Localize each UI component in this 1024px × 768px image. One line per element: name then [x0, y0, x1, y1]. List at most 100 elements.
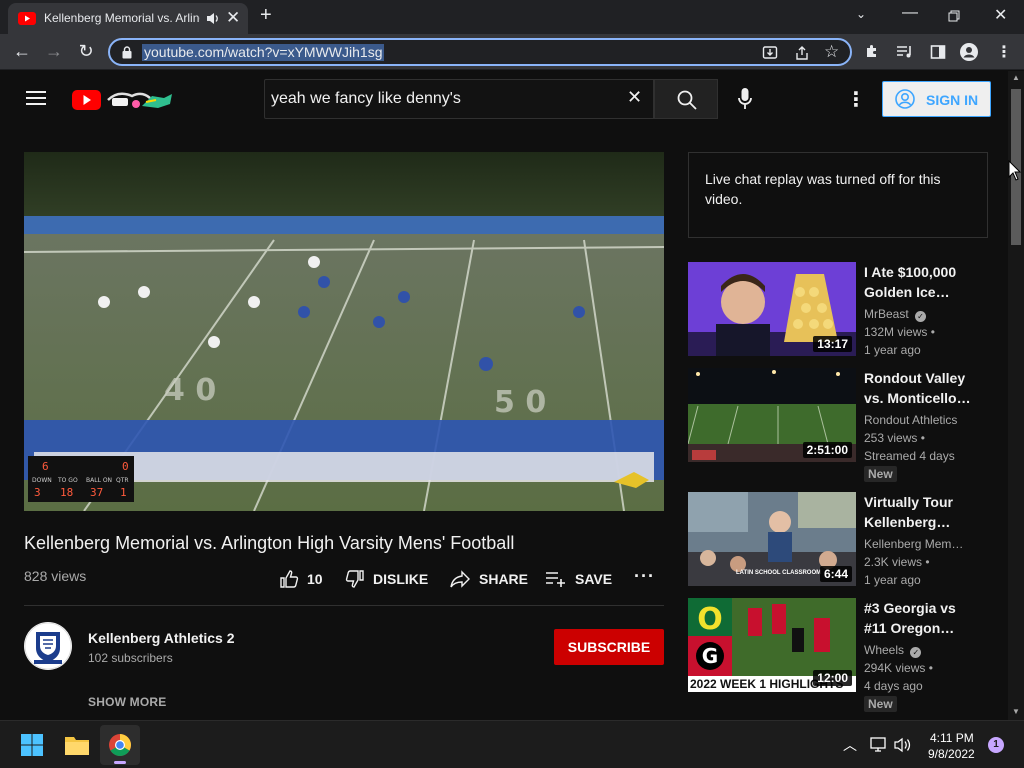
chrome-icon — [109, 734, 131, 756]
browser-tab[interactable]: Kellenberg Memorial vs. Arlington ✕ — [8, 3, 248, 34]
scoreboard-ballon: 37 — [90, 486, 103, 499]
related-view-count: 2.3K views • — [864, 555, 930, 569]
related-channel-name: Wheels ✓ — [864, 643, 964, 658]
settings-kebab-icon[interactable]: ⋮ — [846, 87, 866, 112]
related-video-title[interactable]: Virtually Tour Kellenberg… — [864, 492, 980, 532]
subscribe-button[interactable]: SUBSCRIBE — [554, 629, 664, 665]
related-video-item[interactable]: 2:51:00 Rondout Valley vs. Monticello… R… — [688, 368, 988, 482]
sign-in-button[interactable]: SIGN IN — [882, 81, 991, 117]
related-video-item[interactable]: O G 2022 WEEK 1 HIGHLIGHTS 12:00 #3 Geor… — [688, 598, 988, 712]
dislike-label: DISLIKE — [373, 571, 429, 587]
verified-check-icon: ✓ — [910, 647, 922, 658]
like-button[interactable]: 10 — [279, 568, 323, 590]
youtube-header: yeah we fancy like denny's ✕ ⋮ SIGN IN — [0, 71, 1008, 127]
video-duration: 12:00 — [813, 670, 852, 686]
address-bar[interactable]: youtube.com/watch?v=xYMWWJih1sg ☆ — [108, 38, 852, 66]
minimize-icon[interactable]: — — [902, 4, 918, 22]
notification-badge[interactable]: 1 — [988, 737, 1004, 753]
media-controls-icon[interactable] — [896, 44, 914, 60]
save-button[interactable]: SAVE — [545, 568, 612, 590]
bookmark-star-icon[interactable]: ☆ — [824, 42, 839, 62]
voice-search-microphone-icon[interactable] — [738, 88, 752, 110]
share-arrow-icon — [450, 570, 470, 588]
install-app-icon[interactable] — [762, 45, 778, 61]
close-tab-icon[interactable]: ✕ — [226, 8, 240, 28]
clock-date[interactable]: 9/8/2022 — [928, 747, 975, 761]
share-label: SHARE — [479, 571, 529, 587]
hamburger-menu-icon[interactable] — [26, 90, 46, 106]
browser-toolbar: ← → ↻ youtube.com/watch?v=xYMWWJih1sg ☆ … — [0, 34, 1024, 70]
search-button[interactable] — [654, 79, 718, 119]
save-label: SAVE — [575, 571, 613, 587]
video-frame-football-field: 4 0 5 0 6 0 DOWN TO GO BALL ON QTR 3 18 … — [24, 152, 664, 511]
thumbs-down-icon — [345, 570, 364, 588]
related-channel-name: Kellenberg Mem… — [864, 537, 964, 551]
tab-title: Kellenberg Memorial vs. Arlington — [44, 11, 200, 25]
related-channel-name: Rondout Athletics — [864, 413, 958, 427]
reload-icon[interactable]: ↻ — [76, 42, 96, 60]
show-hidden-icons-chevron-up-icon[interactable]: ︿ — [843, 735, 857, 755]
video-thumbnail[interactable]: LATIN SCHOOL CLASSROOM 6:44 — [688, 492, 856, 586]
sign-in-label: SIGN IN — [926, 92, 979, 108]
playlist-add-icon — [546, 572, 565, 587]
mouse-cursor-icon — [1008, 160, 1022, 181]
scoreboard-down: 3 — [34, 486, 41, 499]
restore-icon[interactable] — [948, 10, 960, 22]
file-explorer-folder-icon[interactable] — [64, 734, 90, 756]
oregon-logo: O — [697, 602, 723, 637]
network-icon[interactable] — [870, 737, 888, 753]
thumbnail-caption: LATIN SCHOOL CLASSROOM — [736, 570, 822, 576]
new-tab-icon[interactable]: + — [260, 5, 272, 25]
more-actions-icon[interactable]: ··· — [634, 566, 655, 587]
video-duration: 13:17 — [813, 336, 852, 352]
browser-menu-kebab-icon[interactable]: ⋮ — [996, 42, 1012, 62]
related-video-title[interactable]: #3 Georgia vs #11 Oregon… — [864, 598, 980, 638]
url-text[interactable]: youtube.com/watch?v=xYMWWJih1sg — [142, 44, 385, 61]
channel-name[interactable]: Kellenberg Athletics 2 — [88, 630, 235, 646]
clear-search-icon[interactable]: ✕ — [627, 87, 642, 108]
volume-icon[interactable] — [894, 737, 912, 753]
video-player[interactable]: 4 0 5 0 6 0 DOWN TO GO BALL ON QTR 3 18 … — [24, 152, 664, 511]
dislike-button[interactable]: DISLIKE — [345, 568, 428, 590]
related-video-item[interactable]: LATIN SCHOOL CLASSROOM 6:44 Virtually To… — [688, 492, 988, 588]
profile-avatar-icon[interactable] — [960, 43, 978, 61]
youtube-favicon-icon — [18, 12, 36, 25]
lock-icon[interactable] — [122, 46, 132, 59]
share-page-icon[interactable] — [794, 45, 810, 61]
related-video-item[interactable]: 13:17 I Ate $100,000 Golden Ice… MrBeast… — [688, 262, 988, 358]
search-icon — [677, 90, 697, 110]
channel-avatar[interactable] — [24, 622, 72, 670]
related-view-count: 132M views • — [864, 325, 935, 339]
extensions-puzzle-icon[interactable] — [864, 44, 880, 60]
youtube-doodle-logo[interactable] — [72, 88, 176, 112]
tab-search-chevron-down-icon[interactable]: ⌄ — [856, 7, 866, 21]
share-button[interactable]: SHARE — [449, 568, 528, 590]
new-badge: New — [864, 696, 897, 712]
windows-start-icon[interactable] — [21, 734, 43, 756]
related-channel-label: MrBeast — [864, 307, 909, 321]
divider — [24, 605, 664, 606]
georgia-logo: G — [702, 644, 718, 668]
video-thumbnail[interactable]: O G 2022 WEEK 1 HIGHLIGHTS 12:00 — [688, 598, 856, 692]
show-more-button[interactable]: SHOW MORE — [88, 695, 166, 709]
search-input[interactable]: yeah we fancy like denny's — [271, 90, 461, 108]
audio-playing-icon[interactable] — [206, 12, 220, 25]
scoreboard-togo-label: TO GO — [57, 477, 78, 484]
back-arrow-icon[interactable]: ← — [12, 42, 32, 60]
video-thumbnail[interactable]: 13:17 — [688, 262, 856, 356]
close-window-icon[interactable]: ✕ — [994, 5, 1007, 25]
scroll-down-arrow-icon[interactable]: ▼ — [1012, 707, 1020, 716]
video-thumbnail[interactable]: 2:51:00 — [688, 368, 856, 462]
search-box[interactable]: yeah we fancy like denny's ✕ — [264, 79, 654, 119]
related-upload-age: Streamed 4 days — [864, 449, 955, 463]
related-video-title[interactable]: I Ate $100,000 Golden Ice… — [864, 262, 980, 302]
scroll-up-arrow-icon[interactable]: ▲ — [1012, 73, 1020, 82]
side-panel-icon[interactable] — [930, 44, 946, 60]
live-chat-panel: Live chat replay was turned off for this… — [688, 152, 988, 238]
clock-time[interactable]: 4:11 PM — [930, 731, 974, 745]
forward-arrow-icon[interactable]: → — [44, 42, 64, 60]
new-badge: New — [864, 466, 897, 482]
related-upload-age: 4 days ago — [864, 679, 923, 693]
related-video-title[interactable]: Rondout Valley vs. Monticello… — [864, 368, 980, 408]
chrome-taskbar-button[interactable] — [100, 725, 140, 765]
